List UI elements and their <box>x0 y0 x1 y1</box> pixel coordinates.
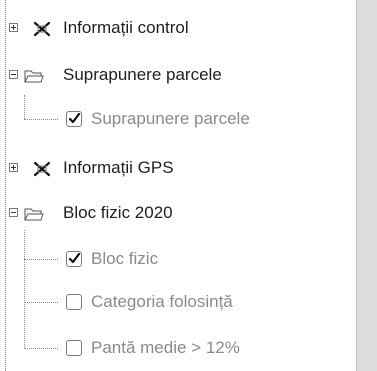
disabled-layer-icon <box>33 161 51 177</box>
layer-tree-panel: Informații control Suprapunere parcele S… <box>0 0 357 371</box>
tree-guide-line <box>5 0 7 371</box>
tree-item-bloc-fizic-2020[interactable]: Bloc fizic 2020 <box>63 203 173 223</box>
tree-item-informatii-gps[interactable]: Informații GPS <box>63 158 174 178</box>
tree-item-categoria-folosinta: Categoria folosință <box>91 292 233 311</box>
collapse-toggle-bloc-fizic-2020[interactable] <box>9 208 18 217</box>
tree-item-suprapunere-parcele-group[interactable]: Suprapunere parcele <box>63 65 222 85</box>
checkbox-unchecked-panta-medie[interactable] <box>66 340 82 356</box>
folder-open-icon <box>24 206 44 222</box>
tree-connector <box>24 119 58 120</box>
checkbox-checked-suprapunere-parcele[interactable] <box>66 111 82 127</box>
tree-item-bloc-fizic-layer: Bloc fizic <box>91 249 159 268</box>
tree-connector <box>24 302 58 303</box>
disabled-layer-icon <box>33 21 51 37</box>
tree-item-informatii-control[interactable]: Informații control <box>63 18 189 38</box>
expand-toggle-informatii-gps[interactable] <box>9 163 18 172</box>
vertical-scrollbar-track[interactable] <box>356 0 377 371</box>
checkbox-checked-bloc-fizic[interactable] <box>66 251 82 267</box>
collapse-toggle-suprapunere-parcele[interactable] <box>9 70 18 79</box>
tree-item-panta-medie: Pantă medie > 12% <box>91 338 240 357</box>
tree-connector <box>24 348 58 349</box>
tree-item-suprapunere-parcele-layer: Suprapunere parcele <box>91 109 250 128</box>
tree-connector <box>24 259 58 260</box>
checkbox-unchecked-categoria-folosinta[interactable] <box>66 294 82 310</box>
folder-open-icon <box>24 68 44 84</box>
expand-toggle-informatii-control[interactable] <box>9 23 18 32</box>
tree-connector <box>24 95 25 119</box>
tree-connector <box>24 230 25 349</box>
